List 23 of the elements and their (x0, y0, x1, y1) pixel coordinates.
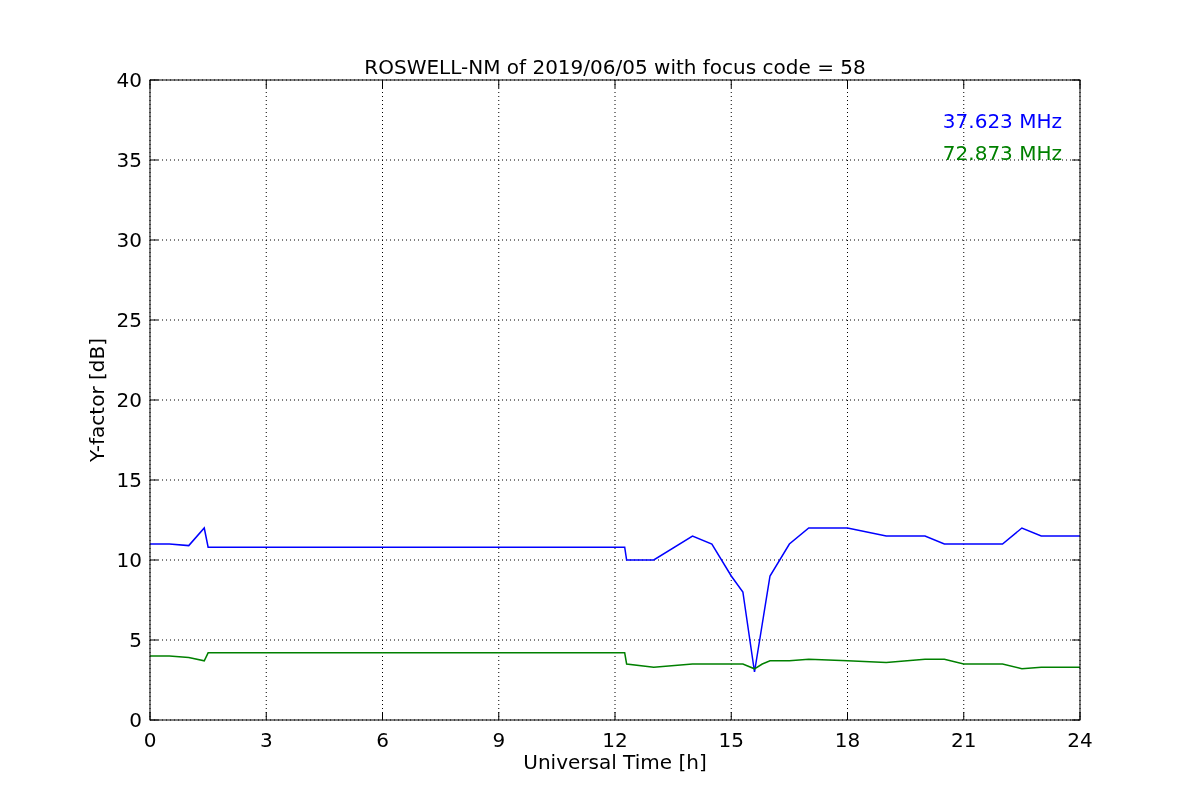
x-tick-label: 15 (718, 728, 744, 752)
series-label: 37.623 MHz (942, 109, 1062, 133)
y-tick-label: 20 (116, 388, 142, 412)
y-axis-label: Y-factor [dB] (85, 338, 109, 462)
x-tick-label: 3 (259, 728, 273, 752)
x-tick-label: 18 (834, 728, 861, 752)
y-tick-label: 40 (116, 68, 142, 92)
series-label: 72.873 MHz (942, 141, 1062, 165)
y-tick-label: 5 (129, 628, 142, 652)
x-tick-label: 6 (376, 728, 389, 752)
y-tick-label: 35 (116, 148, 142, 172)
y-tick-label: 30 (116, 228, 142, 252)
x-tick-label: 0 (143, 728, 157, 752)
x-tick-label: 24 (1067, 728, 1093, 752)
x-tick-label: 21 (951, 728, 977, 752)
y-tick-label: 25 (116, 308, 142, 332)
chart-title: ROSWELL-NM of 2019/06/05 with focus code = 58 (364, 55, 866, 79)
x-tick-label: 12 (602, 728, 628, 752)
y-tick-label: 15 (116, 468, 142, 492)
y-tick-label: 0 (129, 708, 142, 732)
y-tick-label: 10 (116, 548, 142, 572)
x-tick-label: 9 (492, 728, 506, 752)
x-axis-label: Universal Time [h] (523, 750, 707, 774)
